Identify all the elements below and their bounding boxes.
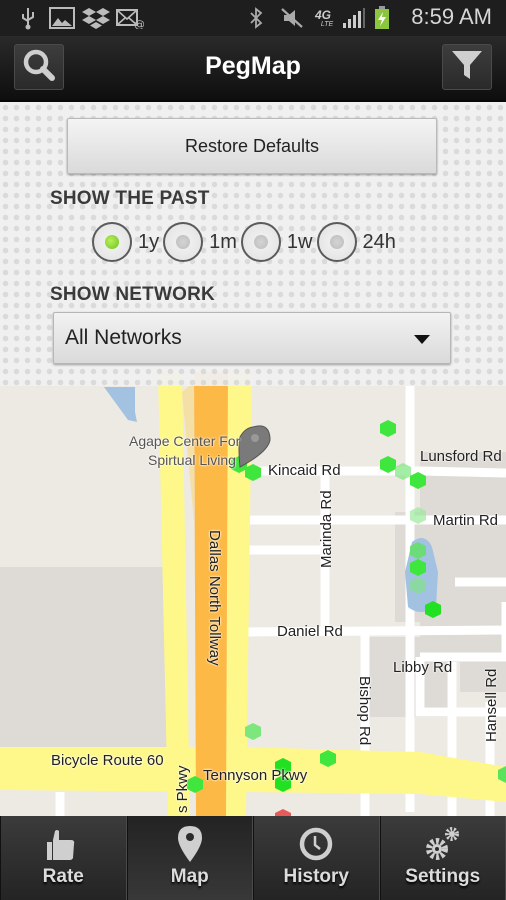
tab-rate[interactable]: Rate: [0, 816, 127, 900]
street-label-lunsford: Lunsford Rd: [420, 448, 502, 465]
gears-icon: [423, 826, 463, 862]
battery-charging-icon: [373, 6, 391, 30]
gallery-icon: [49, 6, 75, 30]
bottom-tab-bar: Rate Map History Settings: [0, 816, 506, 900]
network-select[interactable]: All Networks: [53, 312, 451, 364]
signal-icon: [342, 6, 366, 30]
place-label: Spirtual Living: [148, 452, 236, 468]
status-bar: @ 4G LTE 8:59 AM: [0, 0, 506, 36]
street-label-tennyson: Tennyson Pkwy: [203, 767, 308, 784]
tab-history[interactable]: History: [253, 816, 380, 900]
radio-1w[interactable]: 1w: [240, 222, 315, 262]
creek: [104, 387, 137, 422]
filter-icon: [451, 48, 483, 86]
svg-text:@: @: [134, 18, 144, 29]
clock-icon: [298, 826, 334, 862]
street-label-kincaid: Kincaid Rd: [268, 462, 341, 479]
street-label-libby: Libby Rd: [393, 659, 453, 676]
radio-24h[interactable]: 24h: [316, 222, 398, 262]
street-label-tennyson-vertical: s Pkwy: [174, 765, 191, 813]
street-label-marinda: Marinda Rd: [318, 490, 335, 568]
thumbs-up-icon: [45, 826, 81, 862]
show-network-label: SHOW NETWORK: [50, 284, 215, 305]
restore-defaults-button[interactable]: Restore Defaults: [67, 118, 437, 174]
street-label-bicycle-route: Bicycle Route 60: [51, 752, 164, 769]
street-label-daniel: Daniel Rd: [277, 623, 343, 640]
filter-panel: Restore Defaults SHOW THE PAST 1y 1m 1w …: [0, 102, 506, 386]
dropdown-caret-icon: [414, 335, 430, 344]
network-select-value: All Networks: [65, 326, 182, 349]
radio-1m[interactable]: 1m: [163, 222, 239, 262]
radio-1y[interactable]: 1y: [92, 222, 161, 262]
mute-icon: [280, 6, 304, 30]
app-title: PegMap: [205, 52, 301, 80]
street-label-martin: Martin Rd: [433, 512, 499, 529]
street-label-hansell: Hansell Rd: [483, 668, 500, 742]
street-label-bishop: Bishop Rd: [356, 676, 373, 746]
map-pin-icon: [177, 826, 203, 862]
street-label-tollway: Dallas North Tollway: [206, 530, 223, 666]
tab-settings[interactable]: Settings: [379, 816, 506, 900]
location-pin[interactable]: [238, 425, 271, 468]
bluetooth-icon: [248, 6, 264, 30]
place-label: Agape Center For: [129, 433, 241, 449]
radio-selected-indicator: [105, 235, 119, 249]
4g-lte-icon: 4G LTE: [314, 7, 334, 28]
signal-marker: [275, 809, 291, 816]
dropbox-icon: [82, 6, 110, 30]
filter-button[interactable]: [442, 44, 492, 90]
usb-icon: [18, 6, 38, 30]
clock-time: 8:59 AM: [411, 4, 492, 29]
signal-marker: [380, 420, 396, 437]
signal-marker: [245, 723, 261, 740]
show-past-label: SHOW THE PAST: [50, 188, 210, 209]
action-bar: PegMap: [0, 36, 506, 102]
time-range-radio-group: 1y 1m 1w 24h: [92, 222, 400, 262]
tab-map[interactable]: Map: [126, 816, 253, 900]
email-icon: @: [116, 6, 144, 30]
